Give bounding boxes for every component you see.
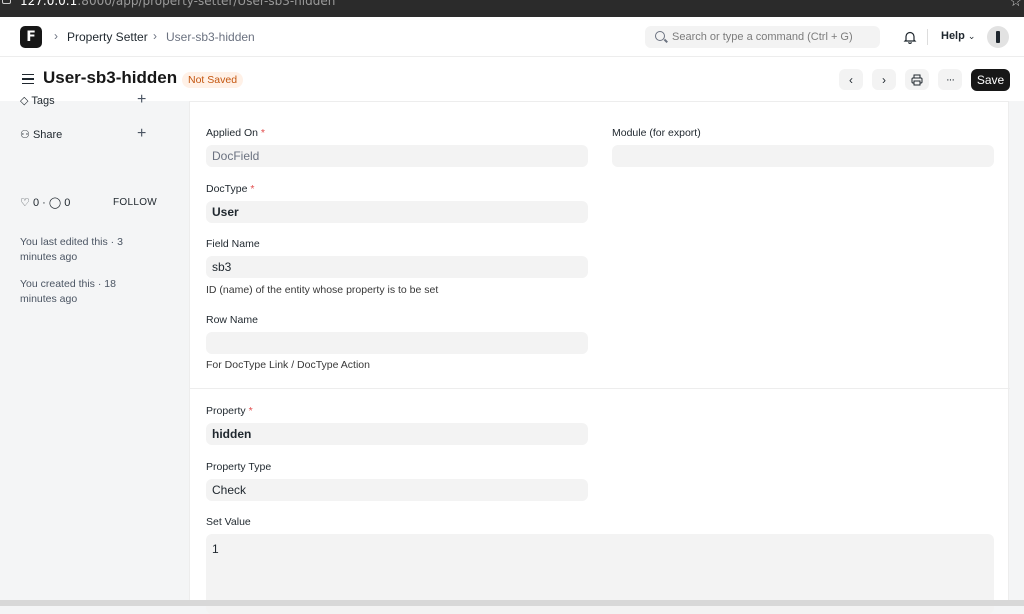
save-button[interactable]: Save bbox=[971, 69, 1010, 91]
app-logo[interactable]: F bbox=[20, 26, 42, 48]
url-path: :8000/app/property-setter/User-sb3-hidde… bbox=[77, 0, 336, 8]
search-bar[interactable] bbox=[645, 26, 880, 48]
field-name-label: Field Name bbox=[206, 238, 260, 250]
field-name-description: ID (name) of the entity whose property i… bbox=[206, 284, 439, 296]
last-edited-text: You last edited this · 3 minutes ago bbox=[20, 236, 123, 263]
browser-url-bar[interactable]: 127.0.0.1:8000/app/property-setter/User-… bbox=[0, 0, 1024, 17]
likes-count: 0 bbox=[32, 197, 40, 209]
required-marker: * bbox=[248, 405, 253, 417]
comment-icon: ◯ bbox=[48, 197, 62, 209]
breadcrumb-chevron-icon: › bbox=[153, 29, 157, 43]
chevron-right-icon: › bbox=[882, 72, 886, 87]
next-doc-button[interactable]: › bbox=[872, 69, 896, 90]
heart-icon: ♡ bbox=[20, 197, 30, 209]
share-label: Share bbox=[32, 129, 63, 141]
sidebar-toggle-icon[interactable] bbox=[22, 74, 34, 84]
row-name-label: Row Name bbox=[206, 314, 258, 326]
sidebar-share[interactable]: ⚇ Share bbox=[20, 128, 62, 141]
property-type-field[interactable]: Check bbox=[206, 479, 588, 501]
likes-counter[interactable]: ♡ 0 · ◯ 0 bbox=[20, 196, 70, 209]
module-label: Module (for export) bbox=[612, 127, 701, 139]
doctype-label: DocType * bbox=[206, 183, 254, 195]
ellipsis-icon: ··· bbox=[946, 73, 955, 86]
status-badge: Not Saved bbox=[182, 72, 244, 88]
previous-doc-button[interactable]: ‹ bbox=[839, 69, 863, 90]
breadcrumb-property-setter[interactable]: Property Setter bbox=[67, 30, 148, 44]
horizontal-scrollbar[interactable] bbox=[0, 600, 1024, 606]
search-input[interactable] bbox=[672, 29, 872, 45]
tag-icon: ◇ bbox=[20, 95, 29, 107]
add-share-icon[interactable]: + bbox=[137, 125, 146, 143]
navbar-divider bbox=[927, 29, 928, 45]
required-marker: * bbox=[250, 183, 255, 195]
section-divider bbox=[190, 388, 1010, 389]
breadcrumb-current[interactable]: User-sb3-hidden bbox=[166, 30, 255, 44]
top-navbar: F › Property Setter › User-sb3-hidden He… bbox=[0, 17, 1024, 57]
comments-count: 0 bbox=[64, 197, 71, 209]
breadcrumb-chevron-icon: › bbox=[54, 29, 58, 43]
url-text[interactable]: 127.0.0.1:8000/app/property-setter/User-… bbox=[20, 0, 335, 8]
bookmark-star-icon[interactable]: ☆ bbox=[1009, 0, 1022, 10]
created-text: You created this · 18 minutes ago bbox=[20, 278, 116, 305]
set-value-label: Set Value bbox=[206, 516, 251, 528]
property-type-label: Property Type bbox=[206, 461, 272, 473]
printer-icon bbox=[911, 74, 923, 85]
chevron-down-icon: ⌄ bbox=[967, 31, 976, 41]
user-avatar[interactable] bbox=[987, 26, 1009, 48]
follow-button[interactable]: FOLLOW bbox=[113, 197, 157, 208]
sidebar-tags[interactable]: ◇ Tags bbox=[20, 94, 55, 107]
property-field[interactable]: hidden bbox=[206, 423, 588, 445]
more-actions-button[interactable]: ··· bbox=[938, 69, 962, 90]
share-icon: ⚇ bbox=[20, 129, 30, 141]
help-label: Help bbox=[941, 30, 965, 42]
field-name-input[interactable]: sb3 bbox=[206, 256, 588, 278]
module-field[interactable] bbox=[612, 145, 994, 167]
print-button[interactable] bbox=[905, 69, 929, 90]
notification-bell-icon[interactable] bbox=[903, 30, 917, 44]
applied-on-label-text: Applied On bbox=[206, 127, 258, 139]
tags-label: Tags bbox=[31, 95, 55, 107]
property-label: Property * bbox=[206, 405, 253, 417]
required-marker: * bbox=[260, 127, 265, 139]
row-name-description: For DocType Link / DocType Action bbox=[206, 359, 370, 371]
page-header: User-sb3-hidden Not Saved ‹ › ··· Save bbox=[0, 57, 1024, 101]
form-body: Applied On * DocField Module (for export… bbox=[189, 101, 1010, 614]
search-icon bbox=[655, 31, 665, 41]
row-name-input[interactable] bbox=[206, 332, 588, 354]
page-title: User-sb3-hidden bbox=[43, 68, 178, 87]
form-sidebar: ◇ Tags + ⚇ Share + ♡ 0 · ◯ 0 FOLLOW You … bbox=[0, 91, 180, 606]
applied-on-field[interactable]: DocField bbox=[206, 145, 588, 167]
applied-on-label: Applied On * bbox=[206, 127, 265, 139]
url-host: 127.0.0.1 bbox=[20, 0, 78, 8]
doctype-label-text: DocType bbox=[206, 183, 248, 195]
page-icon bbox=[2, 0, 11, 4]
add-tag-icon[interactable]: + bbox=[137, 91, 146, 109]
help-dropdown[interactable]: Help ⌄ bbox=[941, 30, 975, 42]
property-label-text: Property bbox=[206, 405, 246, 417]
doctype-field[interactable]: User bbox=[206, 201, 588, 223]
chevron-left-icon: ‹ bbox=[849, 72, 853, 87]
